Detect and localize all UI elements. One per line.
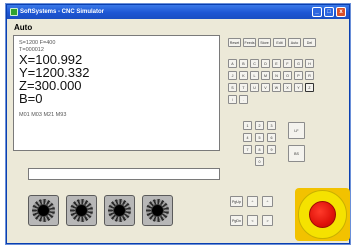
arrow-up-key-1[interactable]: ^ — [247, 196, 258, 207]
letter-key-l[interactable]: L — [250, 71, 259, 80]
minimize-button[interactable]: _ — [312, 7, 322, 17]
dot-key[interactable]: . — [239, 95, 248, 104]
number-key-3[interactable]: 3 — [267, 121, 276, 130]
window-title: SoftSystems - CNC Simulator — [20, 9, 105, 15]
override-knob-2[interactable] — [66, 195, 97, 226]
letter-key-t[interactable]: T — [239, 83, 248, 92]
letter-key-p[interactable]: P — [294, 71, 303, 80]
letter-key-z[interactable]: Z — [305, 83, 314, 92]
number-key-0[interactable]: 0 — [255, 157, 264, 166]
letter-key-w[interactable]: W — [272, 83, 281, 92]
letter-key-y[interactable]: Y — [294, 83, 303, 92]
app-icon — [10, 8, 18, 16]
number-key-8[interactable]: 8 — [255, 145, 264, 154]
letter-key-f[interactable]: F — [283, 59, 292, 68]
z-axis-readout: Z=300.000 — [19, 78, 82, 93]
b-axis-readout: B=0 — [19, 91, 43, 106]
feeds-key[interactable]: Feeds — [243, 38, 256, 47]
letter-key-m[interactable]: M — [261, 71, 270, 80]
number-key-1[interactable]: 1 — [243, 121, 252, 130]
close-button[interactable]: x — [336, 7, 346, 17]
page-down-key[interactable]: PgDn — [230, 215, 243, 226]
letter-key-g[interactable]: G — [294, 59, 303, 68]
number-key-6[interactable]: 6 — [267, 133, 276, 142]
mode-label: Auto — [14, 23, 33, 32]
letter-key-n[interactable]: N — [272, 71, 281, 80]
override-knob-4[interactable] — [142, 195, 173, 226]
edit-key[interactable]: Edit — [273, 38, 286, 47]
auto-key[interactable]: Auto — [288, 38, 301, 47]
del-key[interactable]: Del — [303, 38, 316, 47]
arrow-left-key[interactable]: < — [247, 215, 258, 226]
store-key[interactable]: Store — [258, 38, 271, 47]
emergency-stop-button[interactable] — [309, 201, 336, 228]
letter-key-k[interactable]: K — [239, 71, 248, 80]
number-key-4[interactable]: 4 — [243, 133, 252, 142]
arrow-up-key-2[interactable]: ^ — [262, 196, 273, 207]
cnc-simulator-window: SoftSystems - CNC Simulator _ □ x Auto S… — [6, 4, 350, 244]
line-feed-key[interactable]: LF — [288, 122, 305, 139]
letter-key-j[interactable]: J — [228, 71, 237, 80]
override-knob-3[interactable] — [104, 195, 135, 226]
active-mcodes: M01 M03 M21 M93 — [19, 112, 67, 118]
position-display: S=1200 F=400 T=000012 X=100.992 Y=1200.3… — [13, 35, 220, 151]
number-key-2[interactable]: 2 — [255, 121, 264, 130]
page-up-key[interactable]: PgUp — [230, 196, 243, 207]
letter-key-r[interactable]: R — [305, 71, 314, 80]
override-knob-1[interactable] — [28, 195, 59, 226]
emergency-stop-base — [295, 188, 350, 241]
letter-key-d[interactable]: D — [261, 59, 270, 68]
letter-key-a[interactable]: A — [228, 59, 237, 68]
arrow-right-key[interactable]: > — [262, 215, 273, 226]
letter-key-o[interactable]: O — [283, 71, 292, 80]
letter-key-b[interactable]: B — [239, 59, 248, 68]
letter-key-e[interactable]: E — [272, 59, 281, 68]
backspace-key[interactable]: BS — [288, 145, 305, 162]
maximize-button[interactable]: □ — [324, 7, 334, 17]
letter-key-c[interactable]: C — [250, 59, 259, 68]
command-input[interactable] — [28, 168, 220, 180]
letter-key-u[interactable]: U — [250, 83, 259, 92]
letter-key-s[interactable]: S — [228, 83, 237, 92]
number-key-9[interactable]: 9 — [267, 145, 276, 154]
letter-key-h[interactable]: H — [305, 59, 314, 68]
letter-key-v[interactable]: V — [261, 83, 270, 92]
letter-key-x[interactable]: X — [283, 83, 292, 92]
title-bar: SoftSystems - CNC Simulator _ □ x — [7, 5, 349, 19]
slash-key[interactable]: / — [228, 95, 237, 104]
number-key-7[interactable]: 7 — [243, 145, 252, 154]
number-key-5[interactable]: 5 — [255, 133, 264, 142]
reset-key[interactable]: Reset — [228, 38, 241, 47]
